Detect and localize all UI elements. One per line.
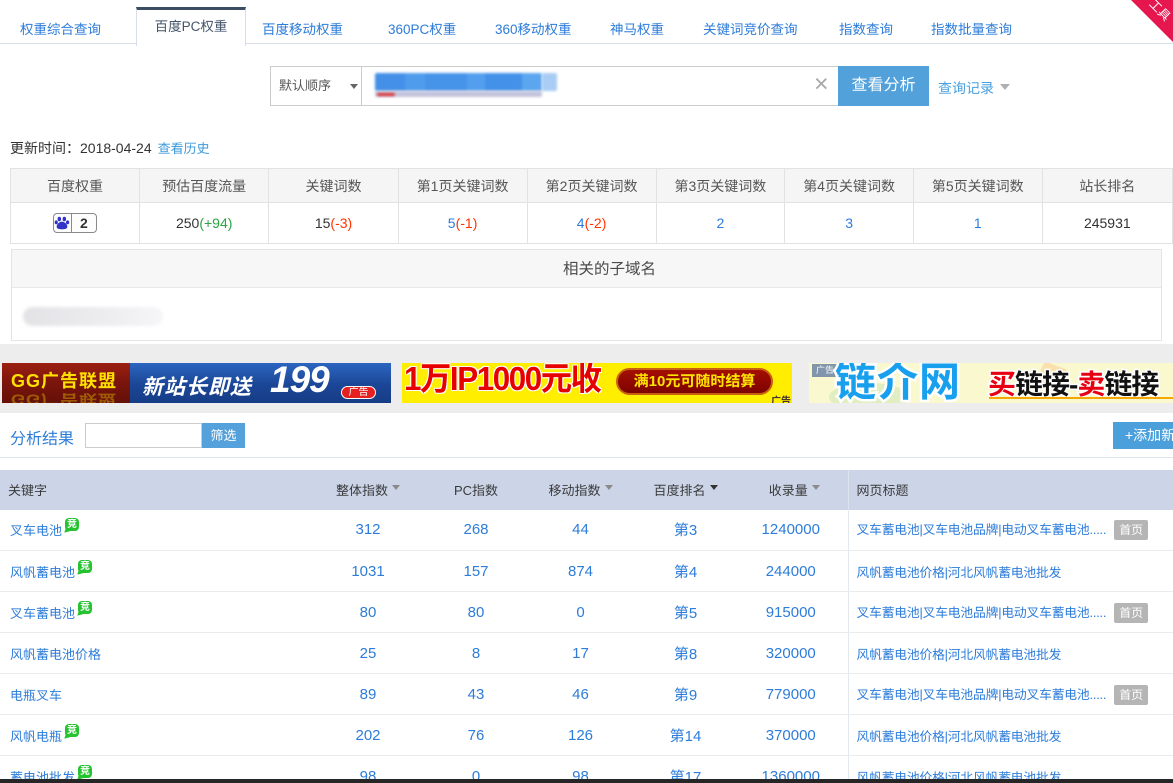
- svg-text:买链接-卖链接: 买链接-卖链接: [988, 369, 1159, 400]
- svg-text:链介网: 链介网: [835, 363, 961, 403]
